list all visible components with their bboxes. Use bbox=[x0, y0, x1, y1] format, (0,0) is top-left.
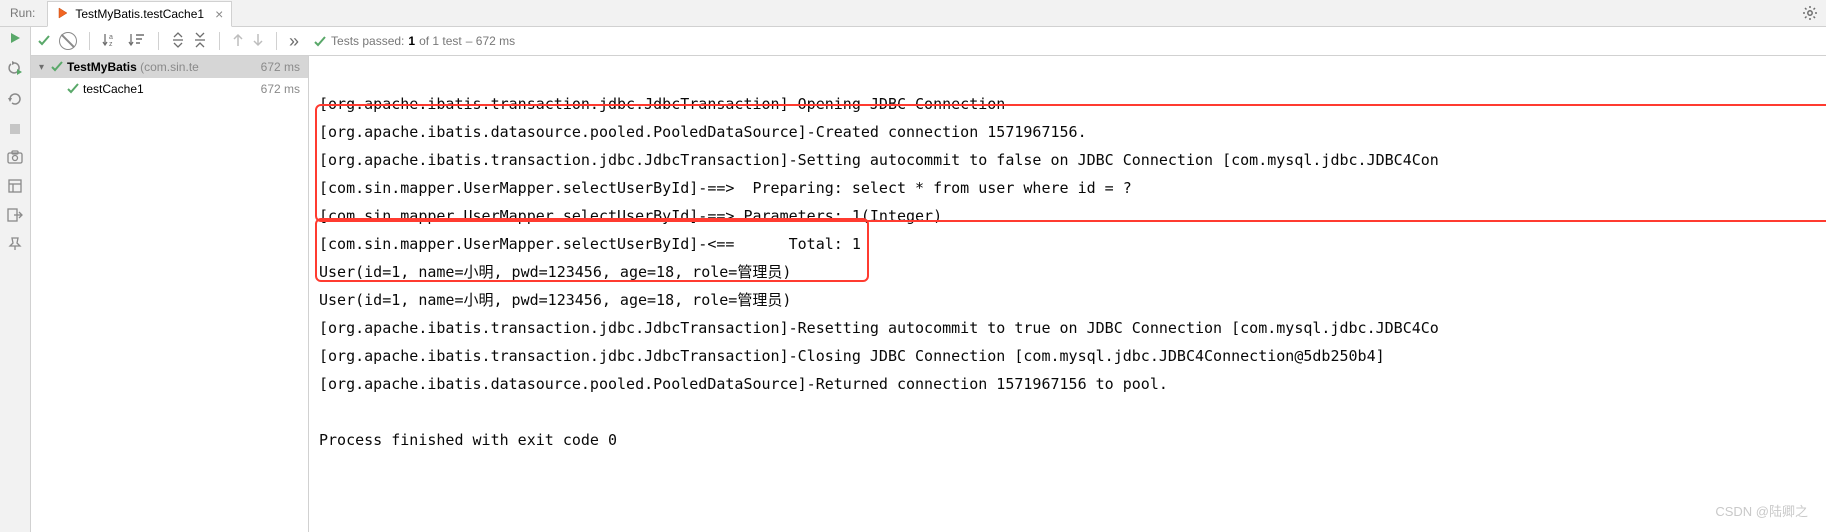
console-line: [com.sin.mapper.UserMapper.selectUserByI… bbox=[319, 207, 942, 225]
prev-test-icon[interactable] bbox=[232, 33, 244, 50]
check-icon bbox=[67, 82, 79, 97]
gear-icon[interactable] bbox=[1802, 5, 1818, 24]
watermark: CSDN @陆卿之 bbox=[1715, 501, 1808, 520]
check-icon bbox=[313, 34, 327, 48]
sort-duration-icon[interactable] bbox=[128, 32, 146, 51]
tree-root-duration: 672 ms bbox=[261, 60, 300, 74]
check-icon bbox=[51, 60, 63, 75]
run-tab-label: TestMyBatis.testCache1 bbox=[75, 7, 204, 21]
body: ▾ TestMyBatis (com.sin.te 672 ms testCac… bbox=[31, 56, 1826, 532]
console-line: [org.apache.ibatis.transaction.jdbc.Jdbc… bbox=[319, 347, 1385, 365]
run-label: Run: bbox=[6, 6, 39, 20]
separator bbox=[158, 32, 159, 50]
summary-passed: 1 bbox=[408, 34, 415, 48]
test-config-icon bbox=[56, 6, 70, 23]
console-line: [org.apache.ibatis.datasource.pooled.Poo… bbox=[319, 123, 1087, 141]
console-line: [org.apache.ibatis.transaction.jdbc.Jdbc… bbox=[319, 319, 1439, 337]
next-test-icon[interactable] bbox=[252, 33, 264, 50]
console-line: [org.apache.ibatis.transaction.jdbc.Jdbc… bbox=[319, 151, 1439, 169]
run-icon[interactable] bbox=[8, 31, 22, 48]
collapse-all-icon[interactable] bbox=[193, 32, 207, 51]
summary-of: of 1 test bbox=[419, 34, 462, 48]
console-line: [com.sin.mapper.UserMapper.selectUserByI… bbox=[319, 235, 861, 253]
collapse-arrow-icon[interactable]: ▾ bbox=[39, 62, 51, 73]
tree-item-name: testCache1 bbox=[83, 82, 261, 96]
summary-prefix: Tests passed: bbox=[331, 34, 404, 48]
exit-icon[interactable] bbox=[6, 208, 24, 225]
svg-text:a: a bbox=[109, 34, 113, 41]
layout-icon[interactable] bbox=[6, 179, 24, 196]
tree-root-name: TestMyBatis bbox=[67, 60, 137, 74]
left-gutter bbox=[0, 27, 31, 532]
separator bbox=[89, 32, 90, 50]
test-summary: Tests passed: 1 of 1 test – 672 ms bbox=[313, 34, 515, 48]
summary-time: – 672 ms bbox=[466, 34, 515, 48]
run-tab-bar: Run: TestMyBatis.testCache1 × bbox=[0, 0, 1826, 27]
separator bbox=[276, 32, 277, 50]
show-ignored-icon[interactable] bbox=[59, 32, 77, 50]
toggle-auto-test-icon[interactable] bbox=[6, 91, 24, 110]
expand-all-icon[interactable] bbox=[171, 32, 185, 51]
separator bbox=[219, 32, 220, 50]
test-tree-root[interactable]: ▾ TestMyBatis (com.sin.te 672 ms bbox=[31, 56, 308, 78]
console-line: [org.apache.ibatis.transaction.jdbc.Jdbc… bbox=[319, 95, 1005, 113]
console-line: [org.apache.ibatis.datasource.pooled.Poo… bbox=[319, 375, 1168, 393]
more-icon[interactable]: » bbox=[289, 36, 299, 46]
sort-alpha-icon[interactable]: az bbox=[102, 32, 120, 51]
rerun-failed-icon[interactable] bbox=[6, 60, 24, 79]
camera-icon[interactable] bbox=[6, 150, 24, 167]
test-tree-item[interactable]: testCache1 672 ms bbox=[31, 78, 308, 100]
console-output[interactable]: [org.apache.ibatis.transaction.jdbc.Jdbc… bbox=[309, 56, 1826, 532]
tree-root-label: TestMyBatis (com.sin.te bbox=[67, 60, 261, 74]
svg-text:z: z bbox=[109, 41, 113, 48]
console-line: [com.sin.mapper.UserMapper.selectUserByI… bbox=[319, 179, 1132, 197]
test-tree[interactable]: ▾ TestMyBatis (com.sin.te 672 ms testCac… bbox=[31, 56, 309, 532]
console-line: User(id=1, name=小明, pwd=123456, age=18, … bbox=[319, 263, 791, 281]
console-line: User(id=1, name=小明, pwd=123456, age=18, … bbox=[319, 291, 791, 309]
run-tab[interactable]: TestMyBatis.testCache1 × bbox=[47, 1, 232, 27]
tree-root-pkg: (com.sin.te bbox=[140, 60, 199, 74]
stop-icon[interactable] bbox=[6, 122, 24, 138]
tree-item-duration: 672 ms bbox=[261, 82, 300, 96]
main-area: az » Tests passed: bbox=[0, 27, 1826, 532]
content-area: az » Tests passed: bbox=[31, 27, 1826, 532]
pin-icon[interactable] bbox=[6, 237, 24, 254]
close-tab-icon[interactable]: × bbox=[215, 6, 223, 22]
test-toolbar: az » Tests passed: bbox=[31, 27, 1826, 56]
show-passed-icon[interactable] bbox=[37, 33, 51, 50]
console-exit-line: Process finished with exit code 0 bbox=[319, 431, 617, 449]
